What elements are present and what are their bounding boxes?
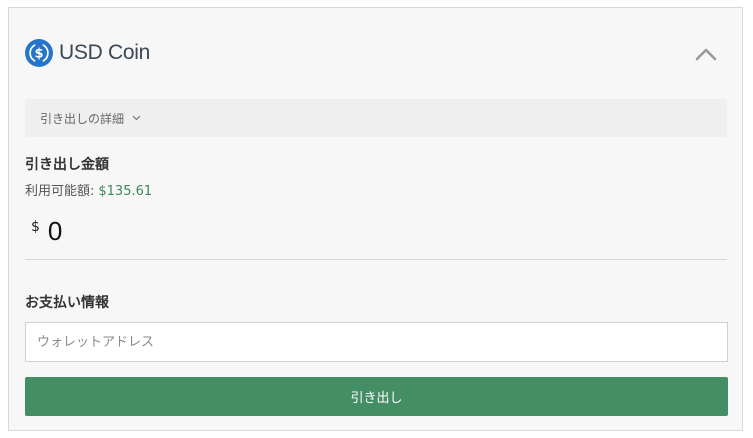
- svg-text:$: $: [34, 47, 43, 62]
- withdraw-amount-title: 引き出し金額: [25, 157, 109, 173]
- currency-symbol: $: [31, 219, 40, 235]
- withdraw-details-toggle[interactable]: 引き出しの詳細: [25, 99, 727, 137]
- withdraw-card: $ USD Coin 引き出しの詳細 引き出し金額 利用可能額: $135.61 …: [8, 7, 743, 431]
- amount-field: $: [31, 215, 727, 259]
- available-balance-value: $135.61: [98, 184, 153, 199]
- withdraw-details-label: 引き出しの詳細: [40, 111, 125, 126]
- chevron-down-icon: [132, 115, 141, 121]
- chevron-up-icon: [695, 48, 717, 61]
- available-balance: 利用可能額: $135.61: [25, 180, 152, 199]
- coin-header: $ USD Coin: [25, 38, 150, 68]
- amount-input[interactable]: [47, 216, 648, 247]
- available-balance-label: 利用可能額:: [25, 184, 95, 199]
- divider: [25, 259, 727, 260]
- payment-info-title: お支払い情報: [25, 295, 109, 311]
- wallet-address-input[interactable]: [25, 322, 728, 362]
- coin-name: USD Coin: [59, 41, 150, 64]
- collapse-button[interactable]: [694, 44, 718, 64]
- usdc-logo-icon: $: [25, 39, 53, 67]
- withdraw-button[interactable]: 引き出し: [25, 377, 728, 416]
